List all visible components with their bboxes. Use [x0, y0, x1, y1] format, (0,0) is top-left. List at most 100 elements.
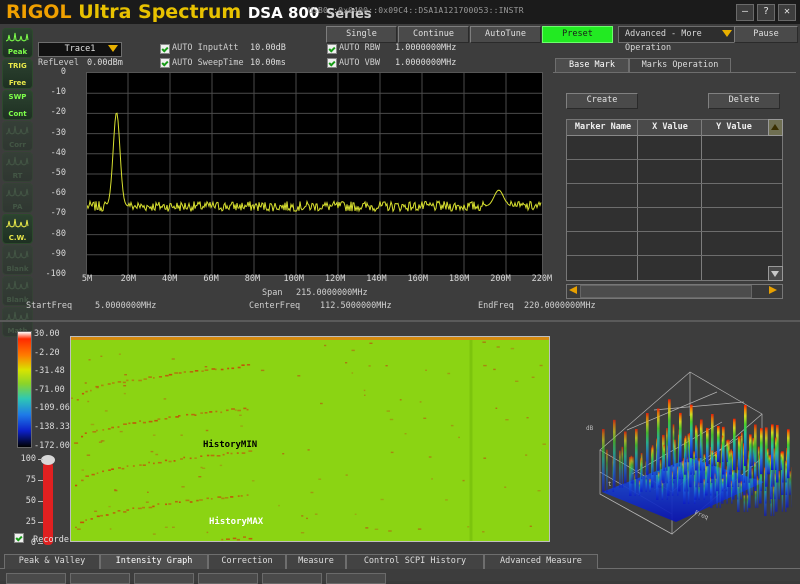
- waterfall-y-label: t: [608, 481, 612, 488]
- bottom-tab-advanced-measure[interactable]: Advanced Measure: [484, 554, 598, 569]
- bottom-slot[interactable]: [134, 573, 194, 584]
- title-bar: RIGOL Ultra Spectrum DSA 800 Series USB0…: [0, 0, 800, 24]
- bottom-slot[interactable]: [6, 573, 66, 584]
- bottom-tab-peak-valley[interactable]: Peak & Valley: [4, 554, 100, 569]
- table-row[interactable]: [567, 231, 782, 232]
- colorbar-tick: -138.33: [34, 422, 70, 432]
- bottom-slot[interactable]: [198, 573, 258, 584]
- auto-rbw-value[interactable]: 1.0000000MHz: [395, 43, 456, 53]
- table-row[interactable]: [567, 159, 782, 160]
- sidebar-item-pa[interactable]: PA: [2, 183, 33, 213]
- hscroll-thumb[interactable]: [580, 285, 752, 298]
- spectrum-graph[interactable]: 0-10-20-30-40-50-60-70-80-90-100: [36, 68, 546, 296]
- table-row[interactable]: [567, 207, 782, 208]
- auto-sweeptime-value[interactable]: 10.00ms: [250, 58, 286, 68]
- history-min-label: HistoryMIN: [203, 440, 257, 450]
- endfreq-value[interactable]: 220.0000000MHz: [524, 301, 596, 311]
- help-icon[interactable]: ?: [757, 4, 775, 21]
- x-tick-label: 5M: [82, 274, 92, 284]
- scroll-up-button[interactable]: [768, 119, 783, 136]
- scroll-right-button[interactable]: [766, 285, 779, 296]
- minimize-icon[interactable]: –: [736, 4, 754, 21]
- scroll-down-button[interactable]: [768, 266, 783, 281]
- bottom-tab-measure[interactable]: Measure: [286, 554, 346, 569]
- colorbar-tick: -109.06: [34, 403, 70, 413]
- y-tick-label: -50: [51, 168, 66, 178]
- bottom-tab-correction[interactable]: Correction: [208, 554, 286, 569]
- span-value[interactable]: 215.0000000MHz: [296, 288, 368, 298]
- sidebar-item-label: Free: [3, 79, 32, 87]
- cw-detector-icon: [6, 217, 29, 229]
- reflevel-value[interactable]: 0.00dBm: [87, 58, 123, 68]
- span-label: Span: [262, 288, 282, 298]
- auto-inputatt-value[interactable]: 10.00dB: [250, 43, 286, 53]
- sidebar-item-rt[interactable]: RT: [2, 152, 33, 182]
- autotune-button[interactable]: AutoTune: [470, 26, 541, 43]
- close-icon[interactable]: ✕: [778, 4, 796, 21]
- sidebar-item-peak[interactable]: Peak: [2, 28, 33, 58]
- table-row[interactable]: [567, 183, 782, 184]
- column-x-value: X Value: [639, 120, 701, 134]
- slider-tick: 100: [14, 454, 36, 464]
- intensity-slider[interactable]: [43, 455, 53, 545]
- centerfreq-value[interactable]: 112.5000000MHz: [320, 301, 392, 311]
- window-buttons: – ? ✕: [736, 4, 796, 21]
- intensity-graph[interactable]: HistoryMIN HistoryMAX: [70, 336, 550, 542]
- preset-button[interactable]: Preset: [542, 26, 613, 43]
- trace-select-label: Trace1: [65, 44, 96, 54]
- auto-inputatt-checkbox[interactable]: [160, 44, 170, 54]
- marker-table-header: Marker Name X Value Y Value: [567, 120, 782, 136]
- slider-knob[interactable]: [41, 455, 55, 465]
- bottom-slot[interactable]: [70, 573, 130, 584]
- main-toolbar: Single Continue AutoTune Preset Advanced…: [0, 24, 800, 44]
- advanced-dropdown-label: Advanced - More Operation: [625, 29, 702, 53]
- spectrum-plot-area[interactable]: [86, 72, 543, 276]
- bottom-tab-control-scpi-history[interactable]: Control SCPI History: [346, 554, 484, 569]
- auto-vbw-checkbox[interactable]: [327, 58, 337, 68]
- colorbar-tick: 30.00: [34, 329, 60, 339]
- trace-select-dropdown[interactable]: Trace1: [38, 42, 122, 57]
- advanced-more-operation-dropdown[interactable]: Advanced - More Operation: [618, 26, 738, 43]
- chevron-down-icon: [771, 271, 779, 277]
- waveform-peak-icon: [6, 31, 29, 43]
- auto-rbw-checkbox[interactable]: [327, 44, 337, 54]
- bottom-slot[interactable]: [262, 573, 322, 584]
- sidebar-item-cont[interactable]: SWPCont: [2, 90, 33, 120]
- sidebar-item-corr[interactable]: Corr: [2, 121, 33, 151]
- continue-button[interactable]: Continue: [398, 26, 469, 43]
- y-tick-label: -70: [51, 208, 66, 218]
- sidebar-item-free[interactable]: TRIGFree: [2, 59, 33, 89]
- pause-button[interactable]: Pause: [734, 26, 798, 43]
- marker-table-hscrollbar[interactable]: [566, 284, 783, 299]
- x-tick-label: 100M: [284, 274, 304, 284]
- bottom-slot[interactable]: [326, 573, 386, 584]
- bottom-tab-intensity-graph[interactable]: Intensity Graph: [100, 554, 208, 569]
- auto-sweeptime-label: AUTO SweepTime: [172, 58, 244, 68]
- sidebar-item-blank[interactable]: Blank: [2, 245, 33, 275]
- sidebar-item-cw[interactable]: C.W.: [2, 214, 33, 244]
- tab-marks-operation[interactable]: Marks Operation: [629, 58, 731, 73]
- single-button[interactable]: Single: [326, 26, 397, 43]
- sidebar-item-label: C.W.: [3, 234, 32, 242]
- table-row[interactable]: [567, 255, 782, 256]
- sidebar-item-label: RT: [3, 172, 32, 180]
- create-marker-button[interactable]: Create: [566, 93, 638, 109]
- slider-tick-mark: [38, 459, 43, 460]
- sidebar-item-label: PA: [3, 203, 32, 211]
- scroll-left-button[interactable]: [567, 285, 580, 296]
- chevron-up-icon: [771, 124, 779, 130]
- slider-tick: 50: [14, 496, 36, 506]
- spectrum-y-axis: 0-10-20-30-40-50-60-70-80-90-100: [36, 68, 68, 276]
- startfreq-value[interactable]: 5.0000000MHz: [95, 301, 156, 311]
- auto-sweeptime-checkbox[interactable]: [160, 58, 170, 68]
- tab-base-mark[interactable]: Base Mark: [555, 58, 629, 73]
- marker-table[interactable]: Marker Name X Value Y Value: [566, 119, 783, 281]
- preamp-icon: [6, 186, 29, 198]
- column-divider: [701, 120, 702, 280]
- auto-vbw-value[interactable]: 1.0000000MHz: [395, 58, 456, 68]
- waterfall-3d-plot[interactable]: dB t Freq: [572, 362, 792, 547]
- marker-panel: Base Mark Marks Operation Create Delete …: [553, 58, 796, 298]
- recorder-checkbox[interactable]: [14, 533, 24, 543]
- delete-marker-button[interactable]: Delete: [708, 93, 780, 109]
- correction-icon: [6, 124, 29, 136]
